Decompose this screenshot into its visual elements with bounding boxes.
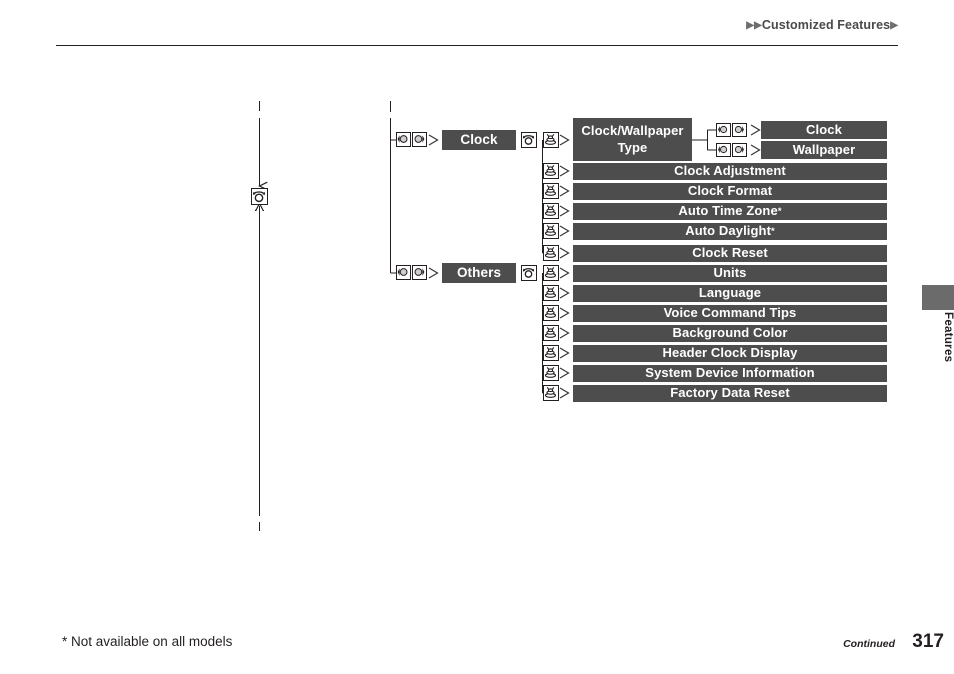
menu-box-background-color[interactable]: Background Color	[573, 325, 887, 342]
press-enter-icon	[543, 365, 559, 381]
menu-box-clock-format[interactable]: Clock Format	[573, 183, 887, 200]
press-enter-icon	[543, 183, 559, 199]
footnote-text: * Not available on all models	[62, 634, 233, 649]
menu-box-clock-type[interactable]: Clock	[761, 121, 887, 139]
menu-box-language[interactable]: Language	[573, 285, 887, 302]
press-enter-icon	[543, 163, 559, 179]
rotary-knob-icon	[251, 188, 268, 205]
menu-box-clock-wallpaper-type[interactable]: Clock/Wallpaper Type	[573, 118, 692, 161]
dial-right-icon	[412, 265, 427, 280]
dial-left-icon	[716, 143, 731, 157]
menu-box-units[interactable]: Units	[573, 265, 887, 282]
menu-label-line-1: Clock/Wallpaper	[581, 122, 684, 138]
press-enter-icon	[543, 345, 559, 361]
menu-box-others[interactable]: Others	[442, 263, 516, 283]
menu-box-wallpaper-type[interactable]: Wallpaper	[761, 141, 887, 159]
dial-right-icon	[732, 123, 747, 137]
dial-left-icon	[396, 132, 411, 147]
menu-box-auto-daylight[interactable]: Auto Daylight *	[573, 223, 887, 240]
menu-box-system-device-information[interactable]: System Device Information	[573, 365, 887, 382]
menu-box-factory-data-reset[interactable]: Factory Data Reset	[573, 385, 887, 402]
menu-label-line-2: Type	[617, 139, 648, 155]
menu-box-auto-time-zone[interactable]: Auto Time Zone *	[573, 203, 887, 220]
menu-box-clock[interactable]: Clock	[442, 130, 516, 150]
press-enter-icon	[543, 285, 559, 301]
press-enter-icon	[543, 223, 559, 239]
menu-label: Auto Daylight	[685, 223, 772, 239]
menu-box-clock-reset[interactable]: Clock Reset	[573, 245, 887, 262]
rotary-knob-icon	[521, 132, 537, 148]
press-enter-icon	[543, 132, 559, 148]
page-number: 317	[912, 631, 944, 652]
menu-box-header-clock-display[interactable]: Header Clock Display	[573, 345, 887, 362]
press-enter-icon	[543, 305, 559, 321]
menu-box-voice-command-tips[interactable]: Voice Command Tips	[573, 305, 887, 322]
press-enter-icon	[543, 203, 559, 219]
menu-box-clock-adjustment[interactable]: Clock Adjustment	[573, 163, 887, 180]
dial-right-icon	[412, 132, 427, 147]
rotary-knob-icon	[521, 265, 537, 281]
dial-left-icon	[716, 123, 731, 137]
footnote-asterisk: *	[771, 226, 775, 237]
press-enter-icon	[543, 245, 559, 261]
press-enter-icon	[543, 265, 559, 281]
menu-label: Auto Time Zone	[678, 203, 778, 219]
press-enter-icon	[543, 385, 559, 401]
continued-label: Continued	[843, 638, 895, 650]
dial-right-icon	[732, 143, 747, 157]
dial-left-icon	[396, 265, 411, 280]
footnote-asterisk: *	[777, 206, 782, 217]
press-enter-icon	[543, 325, 559, 341]
